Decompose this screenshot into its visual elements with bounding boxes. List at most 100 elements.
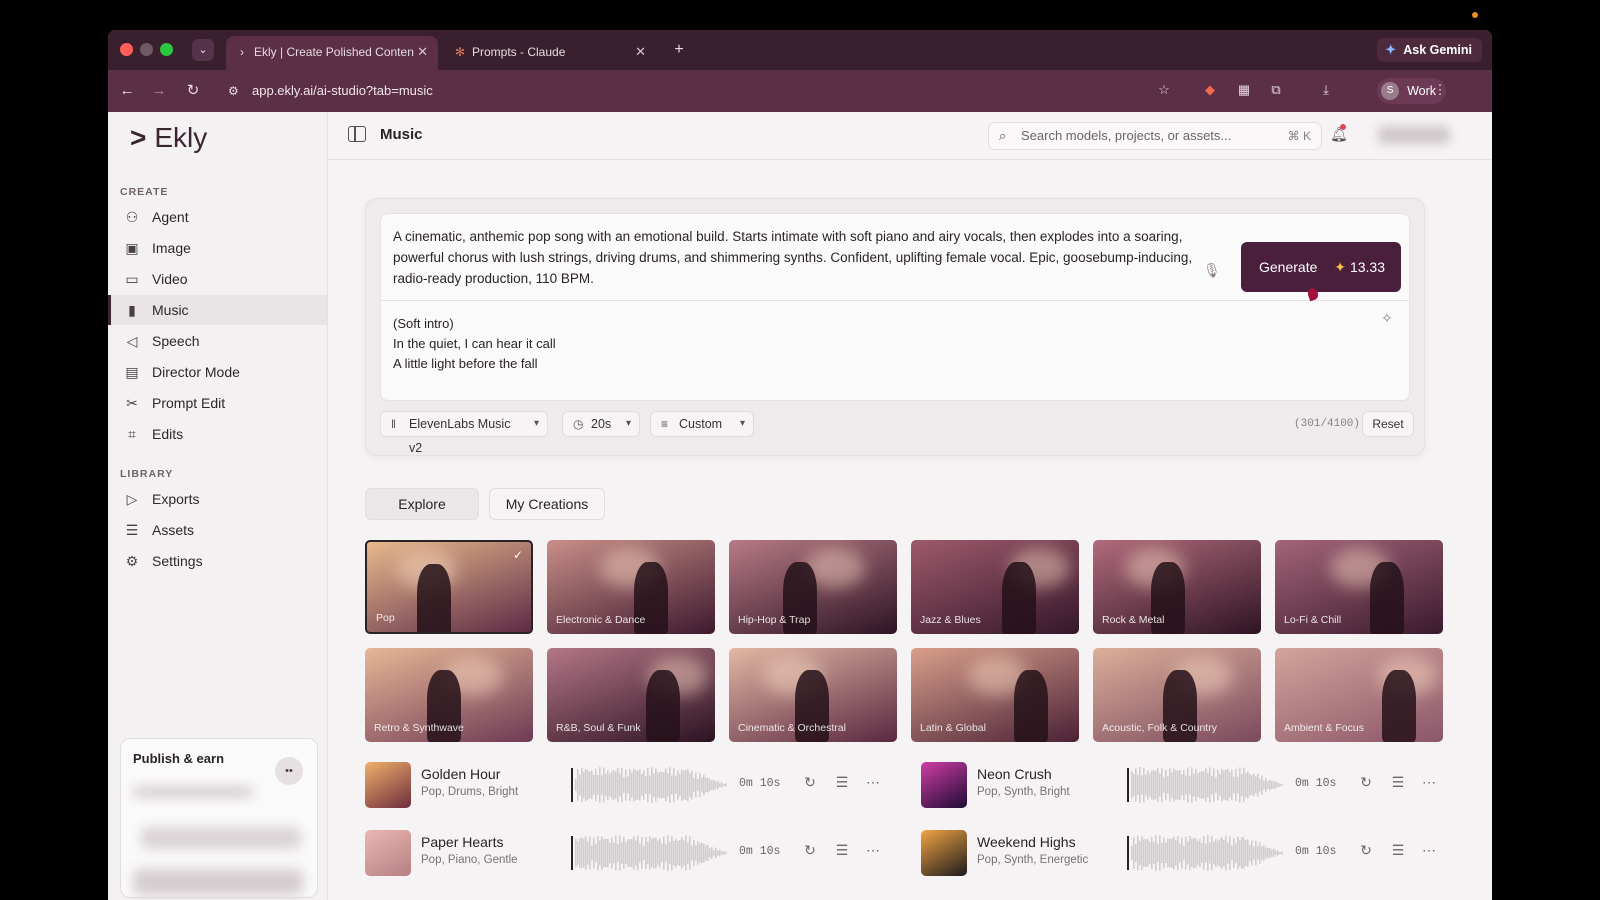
genre-card-retro-synthwave[interactable]: Retro & Synthwave bbox=[365, 648, 533, 742]
chevron-down-icon: ▾ bbox=[739, 418, 745, 429]
sidebar-item-video[interactable]: ▭ Video bbox=[108, 264, 327, 294]
figma-extension-icon[interactable]: ◆ bbox=[1200, 80, 1220, 100]
sliders-icon[interactable]: ☰ bbox=[1389, 842, 1407, 859]
track-thumbnail[interactable] bbox=[365, 762, 411, 808]
sidebar-item-label: Video bbox=[152, 271, 188, 287]
track-thumbnail[interactable] bbox=[921, 830, 967, 876]
genre-card-ambient-focus[interactable]: Ambient & Focus bbox=[1275, 648, 1443, 742]
back-arrow-icon[interactable]: ← bbox=[116, 80, 138, 102]
browser-menu-icon[interactable]: ⋮ bbox=[1430, 80, 1450, 100]
duration-select[interactable]: ◷ 20s ▾ bbox=[562, 411, 640, 437]
search-input[interactable]: ⌕ Search models, projects, or assets... … bbox=[988, 122, 1322, 150]
microphone-icon[interactable]: 🎙︎ bbox=[1203, 262, 1221, 279]
magic-wand-icon[interactable]: ✧ bbox=[1381, 310, 1393, 327]
refresh-icon[interactable]: ↻ bbox=[801, 842, 819, 859]
sliders-icon[interactable]: ☰ bbox=[1389, 774, 1407, 791]
playhead[interactable] bbox=[571, 768, 573, 802]
more-icon[interactable]: ⋯ bbox=[864, 774, 882, 791]
genre-card-rock-metal[interactable]: Rock & Metal bbox=[1093, 540, 1261, 634]
genre-card-latin-global[interactable]: Latin & Global bbox=[911, 648, 1079, 742]
sidebar-item-edits[interactable]: ⌗ Edits bbox=[108, 419, 327, 449]
track-title: Neon Crush bbox=[977, 766, 1052, 782]
sliders-icon[interactable]: ☰ bbox=[833, 842, 851, 859]
genre-label: Cinematic & Orchestral bbox=[738, 722, 846, 734]
close-tab-icon[interactable]: ✕ bbox=[417, 36, 428, 68]
waveform[interactable] bbox=[571, 764, 727, 806]
genre-card-electronic-dance[interactable]: Electronic & Dance bbox=[547, 540, 715, 634]
generate-cost: 13.33 bbox=[1349, 259, 1385, 275]
model-label: ElevenLabs Music v2 bbox=[409, 417, 511, 455]
user-menu[interactable] bbox=[1378, 126, 1450, 144]
gemini-sparkle-icon: ✦ bbox=[1385, 42, 1397, 57]
lyrics-textarea[interactable]: (Soft intro) In the quiet, I can hear it … bbox=[393, 314, 556, 374]
sidebar-toggle-icon[interactable] bbox=[348, 126, 366, 142]
site-settings-icon[interactable]: ⚙ bbox=[228, 77, 239, 105]
ekly-logo[interactable]: > Ekly bbox=[130, 122, 207, 154]
more-icon[interactable]: ⋯ bbox=[1420, 842, 1438, 859]
publish-earn-card[interactable]: Publish & earn •• bbox=[120, 738, 318, 898]
maximize-window-button[interactable] bbox=[160, 43, 173, 56]
tab-ekly[interactable]: › Ekly | Create Polished Content ✕ bbox=[226, 36, 438, 70]
tab-my-creations[interactable]: My Creations bbox=[489, 488, 605, 520]
generate-button[interactable]: Generate ✦ 13.33 bbox=[1241, 242, 1401, 292]
sidebar-item-settings[interactable]: ⚙ Settings bbox=[108, 546, 327, 576]
close-tab-icon[interactable]: ✕ bbox=[635, 36, 646, 68]
playhead[interactable] bbox=[1127, 768, 1129, 802]
refresh-icon[interactable]: ↻ bbox=[801, 774, 819, 791]
waveform[interactable] bbox=[571, 832, 727, 874]
track-row-paper-hearts[interactable]: Paper Hearts Pop, Piano, Gentle 0m 10s ↻ ☰ ⋯ bbox=[365, 828, 885, 878]
new-tab-plus-icon[interactable]: + bbox=[668, 39, 690, 61]
track-row-golden-hour[interactable]: Golden Hour Pop, Drums, Bright 0m 10s ↻ ☰ ⋯ bbox=[365, 760, 885, 810]
prompt-textarea[interactable]: A cinematic, anthemic pop song with an e… bbox=[393, 226, 1203, 289]
playhead[interactable] bbox=[1127, 836, 1129, 870]
tab-search-chevron-icon[interactable]: ⌄ bbox=[192, 39, 214, 61]
mode-select[interactable]: ≡ Custom ▾ bbox=[650, 411, 754, 437]
more-icon[interactable]: ⋯ bbox=[864, 842, 882, 859]
track-duration: 0m 10s bbox=[739, 845, 781, 858]
genre-silhouette bbox=[1014, 670, 1048, 742]
extensions-puzzle-icon[interactable]: ⧉ bbox=[1266, 80, 1286, 100]
extension-grid-icon[interactable]: ▦ bbox=[1234, 80, 1254, 100]
waveform[interactable] bbox=[1127, 764, 1283, 806]
more-icon[interactable]: ⋯ bbox=[1420, 774, 1438, 791]
url-field[interactable]: ⚙ app.ekly.ai/ai-studio?tab=music bbox=[220, 77, 1300, 105]
tab-explore[interactable]: Explore bbox=[365, 488, 479, 520]
reload-icon[interactable]: ↻ bbox=[182, 80, 204, 102]
sidebar-item-music[interactable]: ▮ Music bbox=[108, 295, 327, 325]
genre-card-acoustic-folk-country[interactable]: Acoustic, Folk & Country bbox=[1093, 648, 1261, 742]
refresh-icon[interactable]: ↻ bbox=[1357, 842, 1375, 859]
close-window-button[interactable] bbox=[120, 43, 133, 56]
genre-card-lo-fi-chill[interactable]: Lo-Fi & Chill bbox=[1275, 540, 1443, 634]
genre-card-jazz-blues[interactable]: Jazz & Blues bbox=[911, 540, 1079, 634]
track-row-neon-crush[interactable]: Neon Crush Pop, Synth, Bright 0m 10s ↻ ☰ ⋯ bbox=[921, 760, 1441, 810]
sidebar-item-assets[interactable]: ☰ Assets bbox=[108, 515, 327, 545]
forward-arrow-icon[interactable]: → bbox=[148, 80, 170, 102]
download-icon[interactable]: ⤓ bbox=[1316, 80, 1336, 100]
genre-card-pop[interactable]: Pop ✓ bbox=[365, 540, 533, 634]
sidebar-item-speech[interactable]: ◁ Speech bbox=[108, 326, 327, 356]
sidebar-item-exports[interactable]: ▷ Exports bbox=[108, 484, 327, 514]
sidebar-item-label: Music bbox=[152, 302, 189, 318]
sidebar-item-director-mode[interactable]: ▤ Director Mode bbox=[108, 357, 327, 387]
track-tags: Pop, Synth, Bright bbox=[977, 786, 1070, 798]
model-select[interactable]: ‖ ElevenLabs Music v2 ▾ bbox=[380, 411, 548, 455]
genre-card-r-b-soul-funk[interactable]: R&B, Soul & Funk bbox=[547, 648, 715, 742]
reset-button[interactable]: Reset bbox=[1362, 411, 1414, 437]
sidebar-item-prompt-edit[interactable]: ✂ Prompt Edit bbox=[108, 388, 327, 418]
waveform[interactable] bbox=[1127, 832, 1283, 874]
playhead[interactable] bbox=[571, 836, 573, 870]
genre-card-cinematic-orchestral[interactable]: Cinematic & Orchestral bbox=[729, 648, 897, 742]
sidebar-item-agent[interactable]: ⚇ Agent bbox=[108, 202, 327, 232]
track-row-weekend-highs[interactable]: Weekend Highs Pop, Synth, Energetic 0m 10s… bbox=[921, 828, 1441, 878]
genre-silhouette bbox=[646, 670, 680, 742]
ask-gemini-button[interactable]: ✦ Ask Gemini bbox=[1377, 38, 1482, 62]
track-thumbnail[interactable] bbox=[365, 830, 411, 876]
track-thumbnail[interactable] bbox=[921, 762, 967, 808]
bookmark-star-icon[interactable]: ☆ bbox=[1154, 80, 1174, 100]
refresh-icon[interactable]: ↻ bbox=[1357, 774, 1375, 791]
sliders-icon[interactable]: ☰ bbox=[833, 774, 851, 791]
genre-card-hip-hop-trap[interactable]: Hip-Hop & Trap bbox=[729, 540, 897, 634]
sidebar-item-image[interactable]: ▣ Image bbox=[108, 233, 327, 263]
minimize-window-button[interactable] bbox=[140, 43, 153, 56]
tab-claude[interactable]: ✻ Prompts - Claude ✕ bbox=[444, 36, 656, 70]
